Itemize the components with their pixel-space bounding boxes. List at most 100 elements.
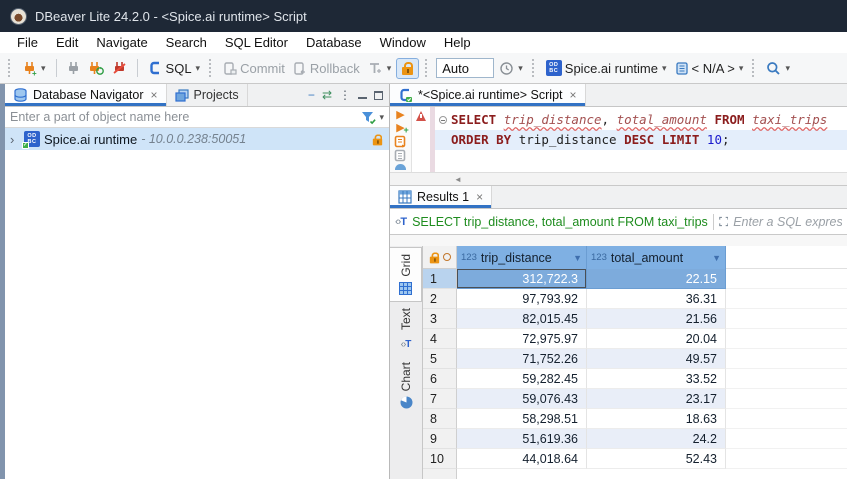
reconnect-button[interactable] xyxy=(85,59,107,78)
expander-icon[interactable]: › xyxy=(10,132,20,147)
cell-total_amount[interactable]: 20.04 xyxy=(587,329,726,349)
cell-trip_distance[interactable]: 97,793.92 xyxy=(457,289,587,309)
results-filter-bar[interactable]: ‹›T SELECT trip_distance, total_amount F… xyxy=(390,209,847,235)
column-header-trip_distance[interactable]: 123trip_distance▼ xyxy=(457,246,587,269)
sort-dropdown-icon[interactable]: ▼ xyxy=(712,253,721,263)
sort-dropdown-icon[interactable]: ▼ xyxy=(573,253,582,263)
cell-trip_distance[interactable]: 82,015.45 xyxy=(457,309,587,329)
menu-database[interactable]: Database xyxy=(297,35,371,50)
filter-funnel-icon[interactable] xyxy=(361,110,378,125)
tab-projects[interactable]: Projects xyxy=(167,84,248,106)
execute-new-tab-icon[interactable]: ▶ xyxy=(396,122,404,134)
tab-database-navigator[interactable]: Database Navigator × xyxy=(5,84,167,106)
cell-total_amount[interactable]: 24.2 xyxy=(587,429,726,449)
rollback-button[interactable]: Rollback xyxy=(290,59,363,78)
menu-search[interactable]: Search xyxy=(157,35,216,50)
sql-line-2[interactable]: ORDER BY trip_distance DESC LIMIT 10; xyxy=(435,130,847,150)
row-number[interactable]: 9 xyxy=(423,429,457,449)
table-row-5[interactable]: 571,752.2649.57 xyxy=(423,349,847,369)
editor-hscrollbar[interactable]: ◄ xyxy=(390,172,847,186)
menu-edit[interactable]: Edit xyxy=(47,35,87,50)
row-number[interactable]: 6 xyxy=(423,369,457,389)
row-number[interactable]: 7 xyxy=(423,389,457,409)
cell-trip_distance[interactable]: 59,076.43 xyxy=(457,389,587,409)
menu-help[interactable]: Help xyxy=(435,35,480,50)
cell-total_amount[interactable]: 36.31 xyxy=(587,289,726,309)
close-icon[interactable]: × xyxy=(476,190,483,204)
object-name-filter[interactable]: Enter a part of object name here ▾ xyxy=(5,107,389,128)
cell-total_amount[interactable]: 21.56 xyxy=(587,309,726,329)
collapse-all-icon[interactable]: − xyxy=(308,89,315,101)
transaction-log-button[interactable]: ▾ xyxy=(365,59,395,78)
chevron-down-icon[interactable]: ▾ xyxy=(387,63,392,74)
cell-trip_distance[interactable]: 72,975.97 xyxy=(457,329,587,349)
row-number[interactable]: 3 xyxy=(423,309,457,329)
cell-total_amount[interactable]: 23.17 xyxy=(587,389,726,409)
commit-button[interactable]: Commit xyxy=(220,59,288,78)
view-menu-icon[interactable]: ⋮ xyxy=(339,89,351,101)
chevron-down-icon[interactable]: ▾ xyxy=(518,63,523,74)
table-row-10[interactable]: 1044,018.6452.43 xyxy=(423,449,847,469)
script-icon[interactable] xyxy=(394,149,407,162)
cell-trip_distance[interactable]: 312,722.3 xyxy=(457,269,587,289)
table-row-4[interactable]: 472,975.9720.04 xyxy=(423,329,847,349)
explain-plan-icon[interactable] xyxy=(395,164,406,170)
link-with-editor-icon[interactable]: ⇄ xyxy=(322,89,332,101)
connect-button[interactable] xyxy=(64,59,83,78)
tab-results-1[interactable]: Results 1 × xyxy=(390,186,492,208)
row-number[interactable]: 4 xyxy=(423,329,457,349)
sql-code[interactable]: SELECT trip_distance, total_amount FROM … xyxy=(435,107,847,172)
table-row-8[interactable]: 858,298.5118.63 xyxy=(423,409,847,429)
cell-trip_distance[interactable]: 44,018.64 xyxy=(457,449,587,469)
maximize-icon[interactable] xyxy=(374,91,383,100)
sql-line-1[interactable]: SELECT trip_distance, total_amount FROM … xyxy=(435,110,847,130)
view-tab-grid[interactable]: Grid xyxy=(390,247,422,302)
row-number[interactable]: 10 xyxy=(423,449,457,469)
autocommit-combo[interactable]: Auto xyxy=(436,58,494,78)
menu-navigate[interactable]: Navigate xyxy=(87,35,156,50)
scroll-left-arrow-icon[interactable]: ◄ xyxy=(454,175,462,184)
grid-corner-cell[interactable] xyxy=(423,246,457,269)
table-row-3[interactable]: 382,015.4521.56 xyxy=(423,309,847,329)
view-tab-text[interactable]: Text‹›T xyxy=(390,302,422,356)
cell-total_amount[interactable]: 22.15 xyxy=(587,269,726,289)
chevron-down-icon[interactable]: ▾ xyxy=(662,63,667,74)
chevron-down-icon[interactable]: ▾ xyxy=(379,112,384,123)
cell-total_amount[interactable]: 52.43 xyxy=(587,449,726,469)
menu-window[interactable]: Window xyxy=(371,35,435,50)
menu-sql-editor[interactable]: SQL Editor xyxy=(216,35,297,50)
new-sql-editor-button[interactable]: SQL ▾ xyxy=(145,58,204,78)
cell-trip_distance[interactable]: 58,298.51 xyxy=(457,409,587,429)
table-row-9[interactable]: 951,619.3624.2 xyxy=(423,429,847,449)
close-icon[interactable]: × xyxy=(150,88,157,102)
menu-file[interactable]: File xyxy=(8,35,47,50)
new-connection-button[interactable]: + ▾ xyxy=(19,59,49,78)
row-number[interactable]: 2 xyxy=(423,289,457,309)
table-row-2[interactable]: 297,793.9236.31 xyxy=(423,289,847,309)
search-button[interactable]: ▾ xyxy=(763,59,793,78)
execute-script-icon[interactable] xyxy=(394,135,407,148)
sql-editor[interactable]: ▶ ▶ SELECT trip_distance, total_amount F… xyxy=(390,107,847,172)
cell-total_amount[interactable]: 33.52 xyxy=(587,369,726,389)
transaction-history-button[interactable]: ▾ xyxy=(496,59,526,78)
active-schema-selector[interactable]: < N/A > ▾ xyxy=(672,59,747,78)
chevron-down-icon[interactable]: ▾ xyxy=(785,63,790,74)
expand-filter-icon[interactable] xyxy=(719,215,729,228)
table-row-7[interactable]: 759,076.4323.17 xyxy=(423,389,847,409)
chevron-down-icon[interactable]: ▾ xyxy=(196,63,201,74)
close-icon[interactable]: × xyxy=(570,88,577,102)
execute-statement-icon[interactable]: ▶ xyxy=(396,109,404,121)
active-connection-selector[interactable]: ODBC Spice.ai runtime ▾ xyxy=(543,58,670,78)
minimize-icon[interactable] xyxy=(358,91,367,99)
row-number[interactable]: 1 xyxy=(423,269,457,289)
filter-expression-placeholder[interactable]: Enter a SQL expression to xyxy=(733,215,842,229)
row-number[interactable]: 8 xyxy=(423,409,457,429)
cell-trip_distance[interactable]: 59,282.45 xyxy=(457,369,587,389)
cell-total_amount[interactable]: 18.63 xyxy=(587,409,726,429)
chevron-down-icon[interactable]: ▾ xyxy=(739,63,744,74)
tab-sql-script[interactable]: *<Spice.ai runtime> Script × xyxy=(390,84,586,106)
table-row-1[interactable]: 1312,722.322.15 xyxy=(423,269,847,289)
connection-tree-item[interactable]: › ODBC ✓ Spice.ai runtime - 10.0.0.238:5… xyxy=(5,128,389,150)
connection-lock-toggle[interactable] xyxy=(396,58,419,79)
row-number[interactable]: 5 xyxy=(423,349,457,369)
